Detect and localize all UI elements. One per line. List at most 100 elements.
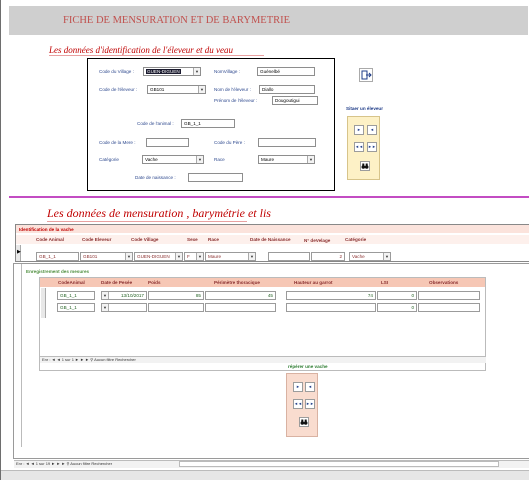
section-separator: [9, 196, 529, 198]
col-perimetre: Périmètre thoracique: [214, 280, 260, 285]
reperer-vache-title: répérer une vache: [288, 364, 328, 369]
identification-label: Identification de la vache: [19, 227, 74, 232]
cell-sexe-value: F: [187, 254, 190, 259]
col-lsi: LSI: [381, 280, 389, 285]
last-record-button[interactable]: ►►: [305, 399, 315, 409]
chevron-down-icon[interactable]: ▼: [125, 253, 132, 260]
col-velage: N° deVelage: [304, 238, 331, 243]
cell-sexe[interactable]: F ▼: [184, 252, 204, 261]
race-value: Maure: [261, 157, 275, 162]
cell-date-naissance[interactable]: [268, 252, 310, 261]
cell-perimetre[interactable]: [205, 303, 276, 312]
binoculars-icon: [300, 419, 308, 425]
last-record-button[interactable]: ►►: [367, 142, 377, 152]
col-date-naissance: Date de Naissance: [250, 237, 291, 242]
cell-code[interactable]: GB_1_1: [57, 291, 95, 300]
chevron-down-icon[interactable]: ▼: [198, 86, 205, 93]
cell-date[interactable]: ▼ 13/10/2017: [101, 291, 147, 300]
code-mere-field[interactable]: [146, 138, 189, 147]
cell-race[interactable]: Maure ▼: [205, 252, 256, 261]
section-heading-mensuration: Les données de mensuration , barymétrie …: [47, 206, 271, 220]
exit-button[interactable]: [359, 68, 373, 82]
first-record-button[interactable]: ◄◄: [354, 142, 364, 152]
cell-obs[interactable]: [418, 303, 480, 312]
nom-village-field[interactable]: Guénelbé: [257, 67, 315, 76]
cell-hauteur[interactable]: 74: [286, 291, 376, 300]
record-selector[interactable]: [41, 288, 46, 318]
col-code-eleveur: Code Eleveur: [82, 237, 112, 242]
mesures-record-navigator[interactable]: Enr : ◄ ◄ 1 sur 1 ► ► ► ⚲ Aucun filtre R…: [42, 357, 136, 362]
mesures-label: Enregistrement des mesures: [26, 269, 90, 274]
cell-code-eleveur[interactable]: GB101 ▼: [80, 252, 133, 261]
col-sexe: Sexe: [187, 237, 198, 242]
cell-poids[interactable]: [148, 303, 204, 312]
horizontal-scrollbar[interactable]: [179, 461, 499, 467]
categorie-label: Catégorie: [99, 157, 119, 162]
nom-eleveur-label: Nom de l'éleveur :: [214, 87, 251, 92]
cell-poids[interactable]: 85: [148, 291, 204, 300]
chevron-down-icon[interactable]: ▼: [102, 292, 109, 299]
cell-code-animal[interactable]: GB_1_1: [36, 252, 79, 261]
main-record-navigator[interactable]: Enr : ◄ ◄ 1 sur 19 ► ► ► ⚲ Aucun filtre …: [16, 461, 112, 466]
page-title: FICHE DE MENSURATION ET DE BARYMETRIE: [63, 15, 291, 26]
prenom-eleveur-label: Prénom de l'éleveur :: [214, 98, 258, 103]
status-bar: [1, 470, 529, 480]
cell-velage[interactable]: 2: [311, 252, 345, 261]
cell-race-value: Maure: [208, 254, 222, 259]
cell-date[interactable]: ▼: [101, 303, 147, 312]
chevron-down-icon[interactable]: ▼: [307, 156, 314, 163]
previous-record-button[interactable]: ◄: [305, 382, 315, 392]
chevron-down-icon[interactable]: ▼: [383, 253, 390, 260]
identification-header-band: [16, 225, 529, 233]
cell-code[interactable]: GB_1_1: [57, 303, 95, 312]
code-eleveur-label: Code de l'éleveur :: [99, 87, 138, 92]
cell-code-village-value: GUEN-DIGUEN: [137, 254, 170, 259]
col-race: Race: [208, 237, 219, 242]
cell-lsi[interactable]: 0: [377, 303, 417, 312]
code-pere-label: Code du Père :: [214, 140, 245, 145]
chevron-down-icon[interactable]: ▼: [175, 253, 182, 260]
nom-eleveur-field[interactable]: Diallo: [259, 85, 315, 94]
search-vache-button[interactable]: [299, 417, 309, 427]
col-hauteur: Hauteur au garrot: [294, 280, 333, 285]
current-record-arrow-icon: ▶: [17, 249, 21, 255]
cell-lsi[interactable]: 0: [377, 291, 417, 300]
nom-village-label: NomVillage :: [214, 69, 240, 74]
chevron-down-icon[interactable]: ▼: [248, 253, 255, 260]
heading-underline: [49, 55, 264, 56]
siter-eleveur-panel: ► ◄ ◄◄ ►►: [347, 116, 380, 180]
cell-categorie-value: Vache: [352, 254, 365, 259]
date-naissance-field[interactable]: [188, 173, 243, 182]
chevron-down-icon[interactable]: ▼: [196, 253, 203, 260]
search-eleveur-button[interactable]: [360, 161, 370, 171]
form-window: FICHE DE MENSURATION ET DE BARYMETRIE Le…: [0, 0, 529, 480]
code-pere-field[interactable]: [258, 138, 316, 147]
cell-perimetre[interactable]: 45: [205, 291, 276, 300]
next-record-button[interactable]: ►: [354, 125, 364, 135]
code-eleveur-value: GB101: [150, 87, 165, 92]
categorie-select[interactable]: Vache ▼: [142, 155, 204, 164]
code-mere-label: Code de la Mere :: [99, 140, 136, 145]
next-record-button[interactable]: ►: [293, 382, 303, 392]
code-village-select[interactable]: GUEN-DIGUEN ▼: [143, 67, 201, 76]
section-heading-eleveur: Les données d'identification de l'éleveu…: [49, 45, 234, 55]
col-poids: Poids: [148, 280, 161, 285]
chevron-down-icon[interactable]: ▼: [102, 304, 109, 311]
prenom-eleveur-field[interactable]: Dougoutigui: [272, 96, 318, 105]
cell-hauteur[interactable]: [286, 303, 376, 312]
cell-obs[interactable]: [418, 291, 480, 300]
first-record-button[interactable]: ◄◄: [293, 399, 303, 409]
chevron-down-icon[interactable]: ▼: [196, 156, 203, 163]
code-animal-field[interactable]: GB_1_1: [181, 119, 235, 128]
categorie-value: Vache: [145, 157, 158, 162]
code-village-label: Code du Village :: [99, 69, 134, 74]
cell-categorie[interactable]: Vache ▼: [349, 252, 391, 261]
code-eleveur-select[interactable]: GB101 ▼: [147, 85, 206, 94]
col-date-pesee: Date de Pesée: [101, 280, 133, 285]
exit-door-icon: [361, 70, 372, 80]
chevron-down-icon[interactable]: ▼: [193, 68, 200, 75]
code-animal-label: Code de l'animal :: [137, 121, 174, 126]
cell-code-village[interactable]: GUEN-DIGUEN ▼: [134, 252, 183, 261]
race-select[interactable]: Maure ▼: [258, 155, 315, 164]
previous-record-button[interactable]: ◄: [367, 125, 377, 135]
